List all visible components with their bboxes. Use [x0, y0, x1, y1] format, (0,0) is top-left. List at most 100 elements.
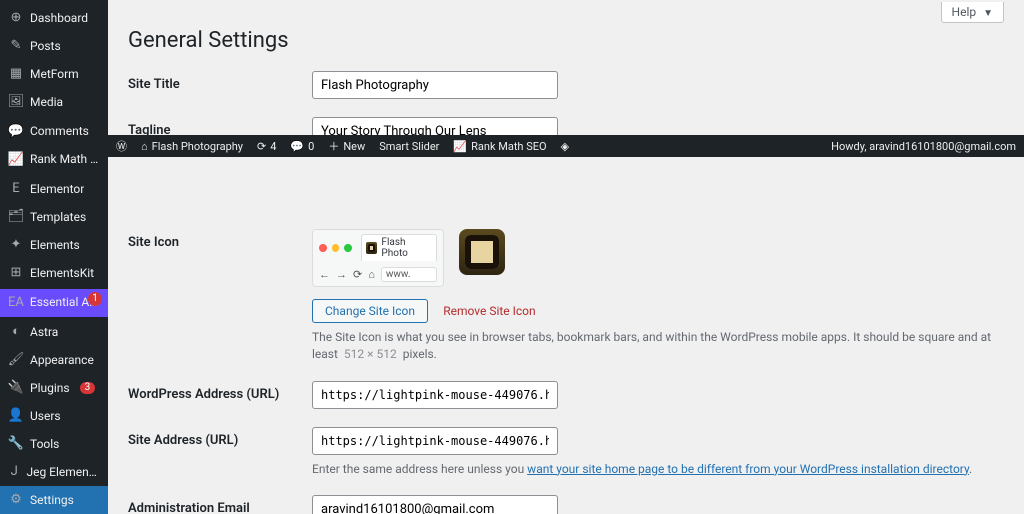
settings-icon: ⚙	[8, 492, 24, 508]
sidebar-item-label: Settings	[30, 493, 74, 507]
sidebar-item-label: Tools	[30, 437, 59, 451]
browser-preview: Flash Photo ← → ⟳ ⌂ www.	[312, 229, 444, 287]
sidebar-item-ea[interactable]: EAEssential Addons1	[0, 289, 108, 317]
sidebar-item-posts[interactable]: ✎ Posts	[0, 32, 108, 60]
site-name-label: Flash Photography	[152, 140, 243, 153]
sidebar-item-elementskit[interactable]: ⊞ ElementsKit	[0, 259, 108, 287]
sidebar-item-appearance[interactable]: 🖌Appearance	[0, 346, 108, 374]
sidebar-item-jeg[interactable]: J Jeg Elementor Kit	[0, 458, 108, 486]
back-icon: ←	[319, 268, 330, 281]
comment-icon: 💬	[290, 140, 304, 153]
sidebar-item-metform[interactable]: ▦ MetForm	[0, 60, 108, 88]
smartslider-link[interactable]: Smart Slider	[379, 140, 439, 153]
updates-link[interactable]: ⟳ 4	[257, 140, 276, 153]
templates-icon: 🗂	[8, 209, 24, 225]
admin-sidebar: ⊕ Dashboard ✎ Posts ▦ MetForm 🖼 Media 💬 Comments 📈…	[0, 0, 108, 514]
site-icon-label: Site Icon	[128, 229, 288, 252]
rankmath-label: Rank Math SEO	[471, 140, 546, 153]
howdy-prefix: Howdy,	[831, 140, 869, 153]
wp-url-row: WordPress Address (URL)	[128, 381, 1004, 409]
browser-tab: Flash Photo	[361, 234, 437, 261]
elementskit-icon: ⊞	[8, 265, 24, 281]
help-tab-label: Help	[952, 5, 977, 19]
plus-icon: ＋	[328, 138, 339, 154]
site-icon-row: Site Icon Flash Photo	[128, 229, 1004, 363]
sidebar-item-label: Plugins	[30, 381, 70, 395]
window-maximize-icon	[344, 244, 352, 252]
sidebar-item-settings[interactable]: ⚙ Settings	[0, 486, 108, 514]
ea-icon: EA	[8, 295, 24, 311]
admin-email-label: Administration Email Address	[128, 495, 288, 514]
sidebar-item-label: Astra	[30, 325, 58, 339]
sidebar-item-astra[interactable]: ◐Astra	[0, 318, 108, 346]
site-title-label: Site Title	[128, 71, 288, 94]
sidebar-item-users[interactable]: 👤Users	[0, 402, 108, 430]
change-site-icon-button[interactable]: Change Site Icon	[312, 299, 428, 323]
new-content-link[interactable]: ＋ New	[328, 138, 365, 154]
forward-icon: →	[336, 268, 347, 281]
site-icon-description: The Site Icon is what you see in browser…	[312, 329, 1004, 363]
wp-logo-icon[interactable]: Ⓦ	[116, 138, 127, 154]
media-icon: 🖼	[8, 94, 24, 110]
sidebar-item-label: ElementsKit	[30, 266, 94, 280]
rankmath-link[interactable]: 📈 Rank Math SEO	[453, 140, 546, 153]
sidebar-item-elements[interactable]: ✦Elements	[0, 231, 108, 259]
admin-email-input[interactable]	[312, 495, 558, 514]
window-minimize-icon	[332, 244, 340, 252]
sidebar-item-label: Templates	[30, 210, 86, 224]
sidebar-item-label: Dashboard	[30, 11, 88, 25]
sidebar-item-label: Comments	[30, 124, 89, 138]
comments-count: 0	[308, 140, 314, 153]
comments-icon: 💬	[8, 124, 24, 140]
help-tab[interactable]: Help ▼	[941, 2, 1004, 23]
sidebar-item-rankmath[interactable]: 📈 Rank Math SEO	[0, 146, 108, 174]
sidebar-item-label: Jeg Elementor Kit	[26, 465, 100, 479]
chevron-down-icon: ▼	[983, 8, 993, 19]
rankmath-icon: 📈	[453, 140, 467, 153]
admin-email-row: Administration Email Address This addres…	[128, 495, 1004, 514]
howdy-account[interactable]: Howdy, aravind16101800@gmail.com	[831, 140, 1016, 153]
site-url-row: Site Address (URL) Enter the same addres…	[128, 427, 1004, 478]
sidebar-item-label: MetForm	[30, 67, 79, 81]
sidebar-item-label: Media	[30, 95, 63, 109]
jeg-icon: J	[8, 464, 20, 480]
window-close-icon	[319, 244, 327, 252]
sidebar-item-label: Posts	[30, 39, 61, 53]
sidebar-item-label: Users	[30, 409, 61, 423]
site-name-link[interactable]: ⌂ Flash Photography	[141, 140, 243, 153]
site-url-input[interactable]	[312, 427, 558, 455]
wp-url-input[interactable]	[312, 381, 558, 409]
extra-icon[interactable]: ◈	[561, 140, 569, 153]
sidebar-item-templates[interactable]: 🗂 Templates	[0, 203, 108, 231]
comments-link[interactable]: 💬 0	[290, 140, 314, 153]
sidebar-item-label: Rank Math SEO	[30, 152, 100, 166]
admin-toolbar: Ⓦ ⌂ Flash Photography ⟳ 4 💬 0 ＋ New Sma	[108, 135, 1024, 157]
sidebar-item-plugins[interactable]: 🔌Plugins3	[0, 374, 108, 402]
sidebar-item-label: Appearance	[30, 353, 94, 367]
tools-icon: 🔧	[8, 436, 24, 452]
howdy-user: aravind16101800@gmail.com	[869, 140, 1016, 153]
site-title-input[interactable]	[312, 71, 558, 99]
remove-site-icon-button[interactable]: Remove Site Icon	[443, 304, 535, 318]
sidebar-item-dashboard[interactable]: ⊕ Dashboard	[0, 0, 108, 32]
sidebar-item-tools[interactable]: 🔧 Tools	[0, 430, 108, 458]
reload-icon: ⟳	[353, 268, 362, 281]
site-url-help-link[interactable]: want your site home page to be different…	[527, 462, 969, 476]
metform-icon: ▦	[8, 66, 24, 82]
diamond-icon: ◈	[561, 140, 569, 153]
site-title-row: Site Title	[128, 71, 1004, 99]
sidebar-item-label: Elementor	[30, 182, 84, 196]
site-url-description: Enter the same address here unless you w…	[312, 461, 1004, 478]
sidebar-item-elementor[interactable]: EElementor	[0, 175, 108, 203]
sidebar-item-comments[interactable]: 💬 Comments	[0, 118, 108, 146]
favicon-preview-icon	[459, 229, 505, 275]
refresh-icon: ⟳	[257, 140, 266, 153]
tab-label: Flash Photo	[381, 237, 432, 259]
sidebar-item-media[interactable]: 🖼 Media	[0, 88, 108, 116]
posts-icon: ✎	[8, 38, 24, 54]
home-icon: ⌂	[368, 268, 375, 281]
site-url-label: Site Address (URL)	[128, 427, 288, 450]
rankmath-icon: 📈	[8, 152, 24, 168]
page-title: General Settings	[128, 28, 1004, 53]
dashboard-icon: ⊕	[8, 10, 24, 26]
